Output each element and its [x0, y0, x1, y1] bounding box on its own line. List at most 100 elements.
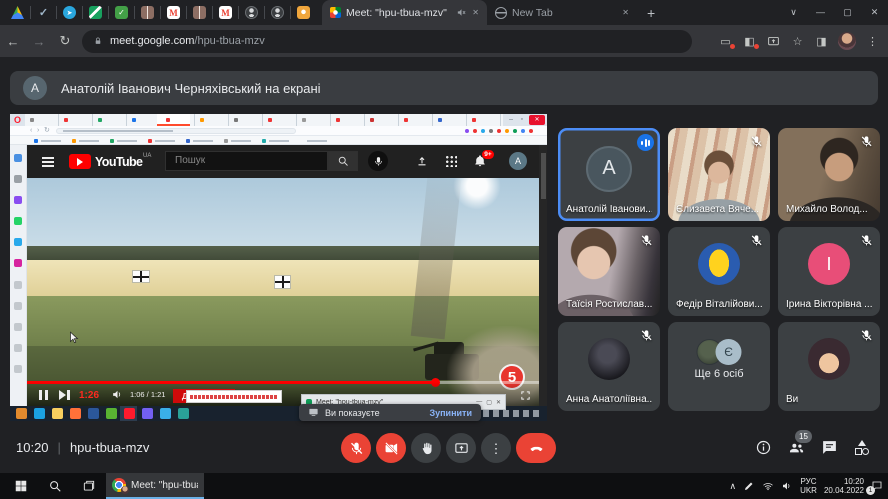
volume-icon[interactable]: [111, 388, 124, 401]
notifications-bell-icon[interactable]: 9+: [473, 154, 487, 168]
wifi-icon[interactable]: [762, 480, 774, 492]
youtube-page: YouTube UA Пошук 9+ A: [27, 145, 547, 406]
opera-sidebar[interactable]: [10, 145, 27, 406]
video-player[interactable]: 5 1:26 1:06 / 1:21 ДЕРЖМАЙ: [27, 178, 539, 406]
window-close-button[interactable]: ✕: [861, 0, 888, 25]
opera-close-button[interactable]: ✕: [529, 115, 545, 125]
meeting-details-icon[interactable]: [755, 439, 772, 456]
opera-extension-icons[interactable]: [529, 129, 533, 133]
scrollbar-thumb[interactable]: [541, 153, 546, 199]
tab-search-chevron-icon[interactable]: ∨: [780, 0, 807, 25]
video-title-tooltip: [186, 390, 282, 403]
tile-more-people[interactable]: Є Ще 6 осіб: [668, 322, 770, 411]
new-tab-button[interactable]: +: [647, 5, 655, 21]
language-indicator[interactable]: РУСUKR: [800, 477, 817, 495]
pinned-tab-check-icon[interactable]: ✓: [37, 6, 50, 19]
taskbar-search-icon[interactable]: [48, 479, 62, 493]
menu-icon[interactable]: [42, 157, 54, 167]
reload-button[interactable]: ↻: [52, 33, 78, 49]
pinned-tab-gmail-icon[interactable]: M: [167, 6, 180, 19]
tab-meet[interactable]: Meet: "hpu-tbua-mzv" ✕: [322, 0, 487, 25]
tab-new-tab[interactable]: New Tab ✕: [487, 0, 637, 25]
pinned-tab-account-icon[interactable]: [245, 6, 258, 19]
people-panel-icon[interactable]: 15: [788, 439, 805, 456]
tile-taisiia[interactable]: Таїсія Ростислав...: [558, 227, 660, 316]
profile-avatar[interactable]: [838, 32, 856, 50]
scrollbar[interactable]: [539, 145, 547, 406]
activities-icon[interactable]: [854, 440, 870, 456]
notification-center-icon[interactable]: 1: [871, 480, 883, 492]
opera-tabs[interactable]: [25, 114, 503, 126]
window-maximize-button[interactable]: ▢: [834, 0, 861, 25]
tile-anna[interactable]: Анна Анатоліївна...: [558, 322, 660, 411]
pause-button[interactable]: [39, 390, 48, 400]
opera-minimize-button[interactable]: –: [509, 114, 513, 126]
bookmark-star-icon[interactable]: ☆: [790, 35, 805, 48]
share-page-icon[interactable]: [766, 35, 781, 48]
upload-icon[interactable]: [415, 154, 429, 168]
present-button[interactable]: [446, 433, 476, 463]
taskbar-clock[interactable]: 10:2020.04.2022: [824, 477, 864, 495]
tile-fedir[interactable]: Федір Віталійови...: [668, 227, 770, 316]
forward-button[interactable]: →: [26, 34, 52, 49]
shared-taskbar-app-icons[interactable]: [16, 408, 27, 419]
opera-active-tab[interactable]: [157, 114, 190, 126]
tile-anatolii[interactable]: A Анатолій Іванови...: [558, 128, 660, 221]
window-minimize-button[interactable]: —: [807, 0, 834, 25]
tab-activity-icon[interactable]: ◧: [742, 35, 757, 48]
popup-close-icon[interactable]: ✕: [496, 399, 501, 406]
mic-off-button[interactable]: [341, 433, 371, 463]
tile-yelyzaveta[interactable]: Єлизавета Вяче...: [668, 128, 770, 221]
tile-you[interactable]: Ви: [778, 322, 880, 411]
youtube-logo-icon[interactable]: [69, 154, 91, 169]
sidebar-app-icons[interactable]: [14, 154, 22, 162]
hidden-icons-chevron[interactable]: ∧: [729, 481, 736, 492]
presenter-avatar: A: [23, 76, 47, 100]
address-bar[interactable]: meet.google.com/hpu-tbua-mzv: [82, 30, 692, 53]
opera-address-bar[interactable]: ‹ › ↻: [10, 126, 547, 136]
pinned-tab-alert-icon[interactable]: [297, 6, 310, 19]
tab-close-icon[interactable]: ✕: [622, 8, 629, 17]
start-button[interactable]: [14, 479, 28, 493]
media-controls-icon[interactable]: ▭: [718, 35, 733, 48]
search-button[interactable]: [328, 151, 358, 171]
tab-close-icon[interactable]: ✕: [472, 8, 479, 17]
pen-settings-icon[interactable]: [743, 480, 755, 492]
more-options-button[interactable]: ⋮: [481, 433, 511, 463]
pinned-tab-telegram-icon[interactable]: ➤: [63, 6, 76, 19]
pinned-tab-library-icon[interactable]: [141, 6, 154, 19]
youtube-avatar[interactable]: A: [509, 152, 527, 170]
opera-forward-icon[interactable]: ›: [37, 126, 39, 135]
fullscreen-icon[interactable]: [520, 390, 531, 401]
opera-maximize-button[interactable]: ▫: [521, 114, 523, 126]
pinned-tab-classroom-icon[interactable]: [89, 6, 102, 19]
opera-logo-icon: O: [14, 114, 21, 126]
back-button[interactable]: ←: [0, 34, 26, 49]
stop-presenting-button[interactable]: Зупинити: [429, 408, 472, 418]
youtube-wordmark[interactable]: YouTube: [95, 155, 142, 169]
browser-menu-icon[interactable]: ⋮: [865, 35, 880, 48]
side-panel-icon[interactable]: ◨: [814, 35, 829, 48]
search-input[interactable]: Пошук: [165, 151, 328, 171]
pinned-tab-tasks-icon[interactable]: ✓: [115, 6, 128, 19]
pinned-tab-gmail-icon[interactable]: M: [219, 6, 232, 19]
pinned-tab-account-icon[interactable]: [271, 6, 284, 19]
opera-bookmarks-bar[interactable]: [10, 136, 547, 145]
raise-hand-button[interactable]: [411, 433, 441, 463]
opera-back-icon[interactable]: ‹: [30, 126, 32, 135]
pinned-tab-drive-icon[interactable]: [11, 6, 24, 19]
next-button[interactable]: [59, 390, 70, 400]
popup-maximize-icon[interactable]: ▢: [486, 399, 492, 406]
chat-panel-icon[interactable]: [821, 439, 838, 456]
voice-search-icon[interactable]: [368, 151, 388, 171]
opera-reload-icon[interactable]: ↻: [44, 126, 50, 135]
volume-icon[interactable]: [781, 480, 793, 492]
end-call-button[interactable]: [516, 433, 556, 463]
task-view-icon[interactable]: [82, 479, 96, 493]
apps-grid-icon[interactable]: [445, 155, 457, 167]
tile-mykhailo[interactable]: Михайло Волод...: [778, 128, 880, 221]
tile-iryna[interactable]: І Ірина Вікторівна ...: [778, 227, 880, 316]
pinned-tab-library-icon[interactable]: [193, 6, 206, 19]
taskbar-chrome-button[interactable]: Meet: "hpu-tbua-...: [106, 473, 204, 499]
camera-off-button[interactable]: [376, 433, 406, 463]
